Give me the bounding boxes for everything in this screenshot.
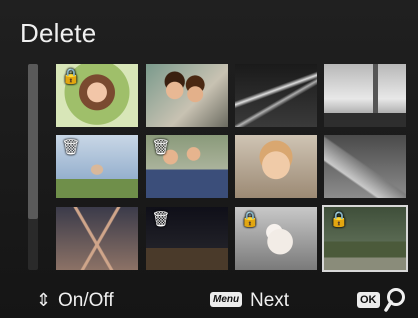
on-off-label: On/Off: [58, 290, 114, 311]
next-label: Next: [250, 290, 290, 311]
trash-icon: 🗑: [151, 139, 171, 156]
thumbnail-baby[interactable]: [235, 135, 317, 198]
camera-screen: Delete 🔒 🗑 🗑 🗑 🔒 🔒 ⇕ On/Off Menu Next OK: [0, 0, 418, 318]
lock-icon: 🔒: [240, 211, 260, 228]
thumbnail-woman-portrait[interactable]: 🔒: [56, 64, 138, 127]
up-down-arrows-icon: ⇕: [36, 290, 52, 310]
lock-icon: 🔒: [61, 68, 81, 85]
magnify-icon[interactable]: [384, 286, 406, 314]
ok-button[interactable]: OK: [357, 292, 380, 308]
scrollbar[interactable]: [28, 64, 38, 270]
thumbnail-ferris-wheel[interactable]: [56, 207, 138, 270]
thumbnail-teddy-bear[interactable]: 🔒: [235, 207, 317, 270]
thumbnail-family-group[interactable]: 🗑: [146, 135, 228, 198]
menu-button[interactable]: Menu: [210, 292, 243, 307]
thumbnail-leaf-closeup[interactable]: [324, 135, 406, 198]
trash-icon: 🗑: [151, 211, 171, 228]
page-title: Delete: [20, 18, 97, 48]
thumbnail-city-night[interactable]: 🗑: [146, 207, 228, 270]
scrollbar-thumb[interactable]: [28, 64, 38, 219]
thumbnail-beach-landscape[interactable]: 🔒: [322, 205, 408, 272]
thumbnail-night-highway[interactable]: [235, 64, 317, 127]
trash-icon: 🗑: [61, 139, 81, 156]
footer-bar: ⇕ On/Off Menu Next OK: [0, 284, 418, 318]
thumbnail-couple-portrait[interactable]: [146, 64, 228, 127]
lock-icon: 🔒: [329, 211, 349, 228]
thumbnail-grid: 🔒 🗑 🗑 🗑 🔒 🔒: [56, 64, 408, 272]
thumbnail-london-skyline[interactable]: [324, 64, 406, 127]
thumbnail-woman-arms-outstretched[interactable]: 🗑: [56, 135, 138, 198]
